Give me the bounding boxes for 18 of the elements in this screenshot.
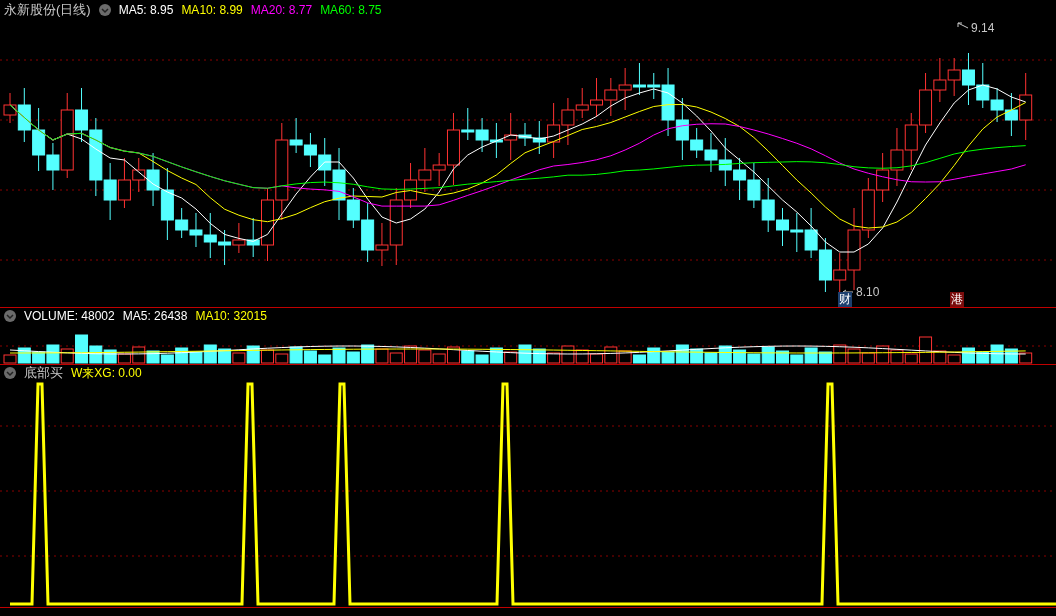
indicator-value: MA20: 8.77 <box>250 2 313 19</box>
indicator-value: MA5: 8.95 <box>118 2 174 19</box>
high-price-label: 9.14 <box>971 20 995 37</box>
event-badge[interactable]: 财 <box>838 292 852 307</box>
chevron-down-icon[interactable] <box>98 4 111 16</box>
indicator-value: MA10: 8.99 <box>181 2 243 19</box>
indicator-title: 底部买 <box>24 364 63 383</box>
leader-arrow-icon <box>957 22 969 30</box>
indicator-value: MA5: 26438 <box>122 308 188 325</box>
indicator-value: MA60: 8.75 <box>320 2 382 19</box>
indicator-value: MA10: 32015 <box>195 308 267 325</box>
chart-title: 永新股份(日线) <box>4 1 91 20</box>
chevron-down-icon[interactable] <box>4 310 16 322</box>
indicator-value: W来XG: 0.00 <box>71 365 142 382</box>
indicator-value: VOLUME: 48002 <box>24 308 115 325</box>
event-badge[interactable]: 港 <box>950 292 964 307</box>
low-price-label: 8.10 <box>856 284 880 301</box>
chevron-down-icon[interactable] <box>4 367 16 379</box>
